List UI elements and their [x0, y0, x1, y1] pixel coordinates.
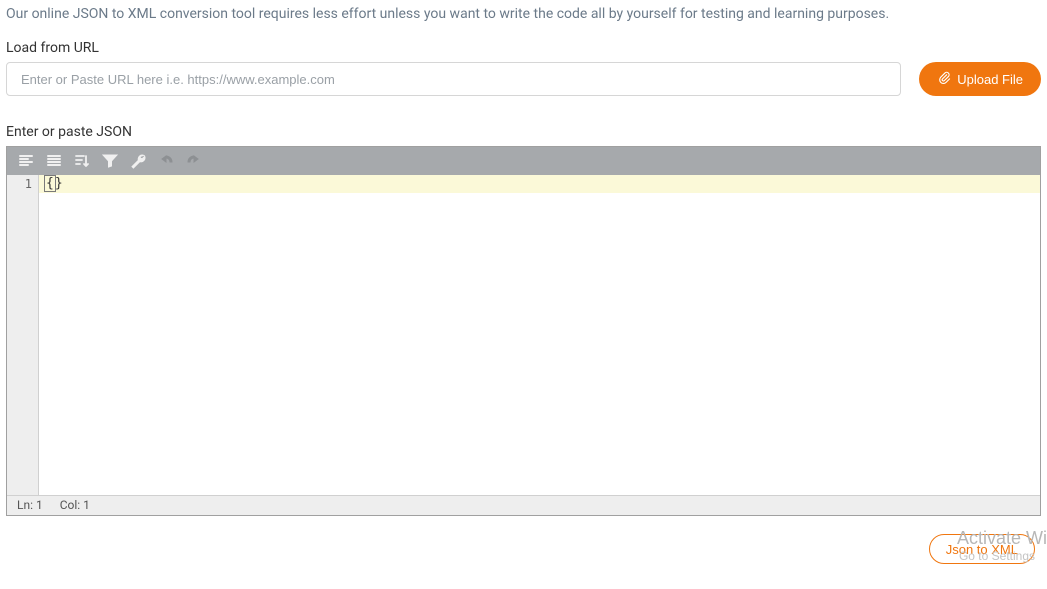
url-row: Upload File — [6, 62, 1041, 96]
line-number: 1 — [7, 177, 32, 191]
format-left-icon[interactable] — [17, 152, 35, 170]
filter-icon[interactable] — [101, 152, 119, 170]
upload-file-label: Upload File — [957, 72, 1023, 87]
upload-file-button[interactable]: Upload File — [919, 62, 1041, 96]
url-input[interactable] — [6, 62, 901, 96]
redo-icon[interactable] — [185, 152, 203, 170]
editor-statusbar: Ln: 1 Col: 1 — [7, 495, 1040, 515]
status-ln: Ln: 1 — [17, 498, 43, 512]
status-col: Col: 1 — [60, 498, 90, 512]
json-to-xml-button[interactable]: Json to XML — [929, 534, 1035, 564]
editor-toolbar — [7, 147, 1040, 175]
repair-icon[interactable] — [129, 152, 147, 170]
format-compact-icon[interactable] — [45, 152, 63, 170]
paperclip-icon — [937, 71, 951, 88]
editor-label: Enter or paste JSON — [6, 124, 1041, 140]
code-content: {} — [45, 176, 63, 191]
sort-icon[interactable] — [73, 152, 91, 170]
convert-row: Json to XML — [6, 516, 1041, 564]
json-editor: 1 {} Ln: 1 Col: 1 — [6, 146, 1041, 516]
code-area[interactable]: {} — [39, 175, 1040, 495]
active-line-highlight — [39, 175, 1040, 193]
editor-body[interactable]: 1 {} — [7, 175, 1040, 495]
line-gutter: 1 — [7, 175, 39, 495]
intro-text: Our online JSON to XML conversion tool r… — [6, 0, 1041, 40]
url-label: Load from URL — [6, 40, 1041, 56]
undo-icon[interactable] — [157, 152, 175, 170]
